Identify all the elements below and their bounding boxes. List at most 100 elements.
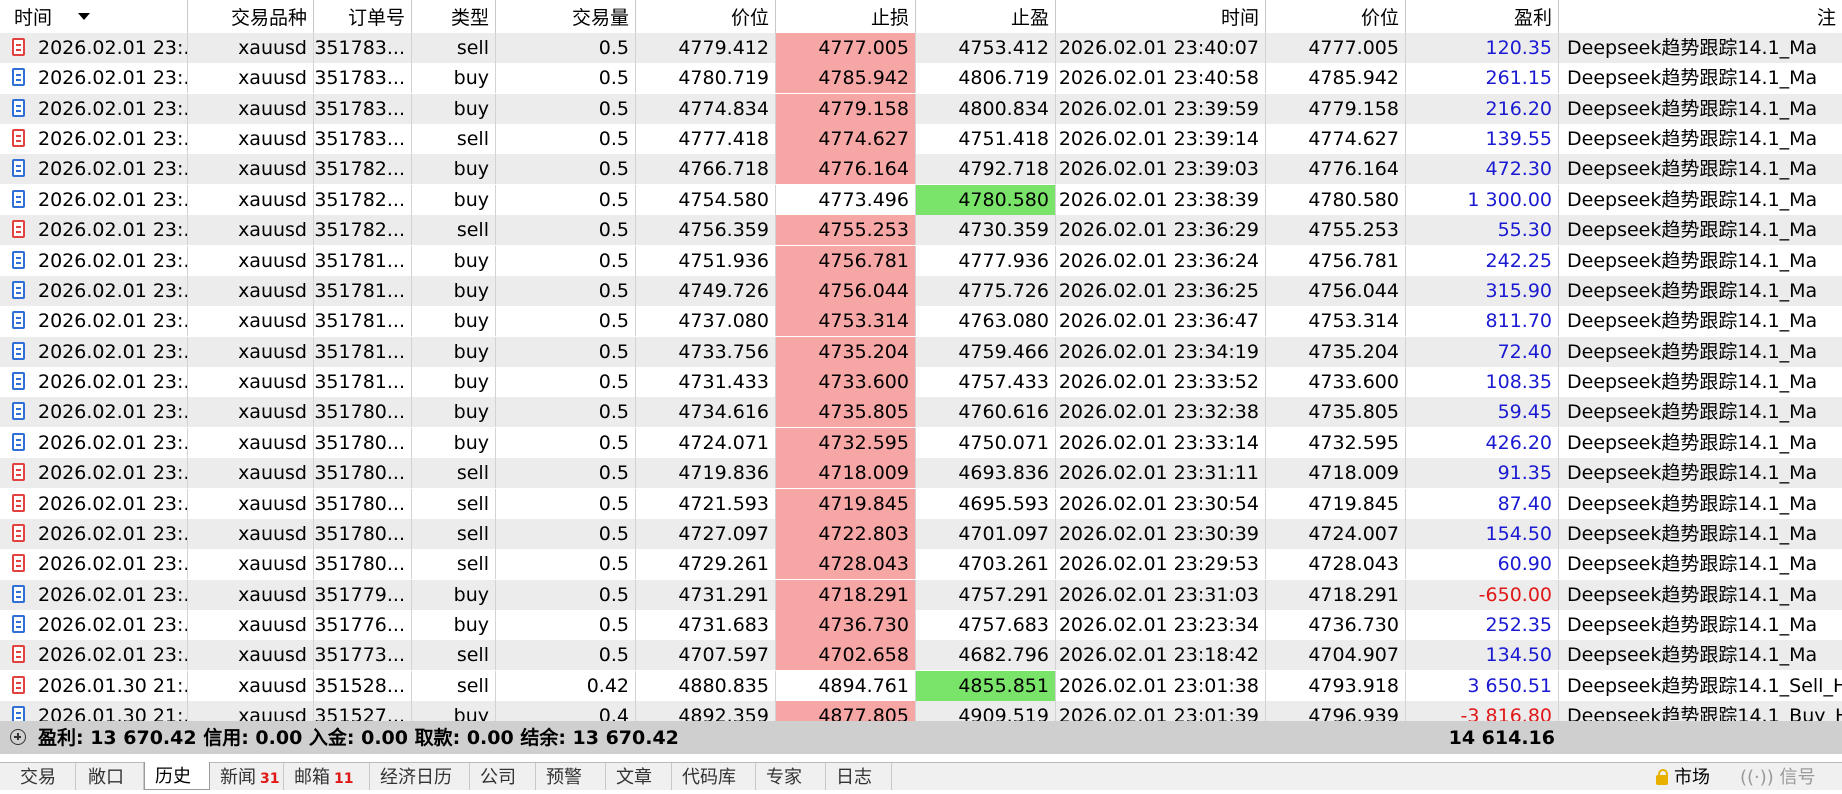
table-row[interactable]: 2026.02.01 23:... xauusd 351773... sell 0.5 4… [0,640,1842,671]
cell-close-price: 4735.204 [1266,336,1406,367]
cell-open-time: 2026.02.01 23:... [0,610,188,641]
table-row[interactable]: 2026.02.01 23:... xauusd 351781... buy 0.5 47… [0,275,1842,306]
cell-tp: 4759.466 [916,336,1056,367]
table-row[interactable]: 2026.02.01 23:... xauusd 351780... sell 0.5 4… [0,518,1842,549]
cell-order: 351783... [314,63,412,94]
table-row[interactable]: 2026.02.01 23:... xauusd 351780... sell 0.5 4… [0,458,1842,489]
cell-tp: 4750.071 [916,427,1056,458]
cell-close-price: 4728.043 [1266,549,1406,580]
cell-price: 4731.433 [636,367,776,398]
tab-10[interactable]: 专家 [756,763,826,790]
cell-type: sell [412,215,496,246]
table-row[interactable]: 2026.02.01 23:... xauusd 351780... sell 0.5 4… [0,488,1842,519]
table-row[interactable]: 2026.02.01 23:... xauusd 351781... buy 0.5 47… [0,306,1842,337]
table-row[interactable]: 2026.02.01 23:... xauusd 351783... buy 0.5 47… [0,63,1842,94]
cell-volume: 0.5 [496,336,636,367]
cell-sl: 4755.253 [776,215,916,246]
cell-open-time: 2026.02.01 23:... [0,275,188,306]
cell-profit: 60.90 [1406,549,1559,580]
cell-price: 4749.726 [636,275,776,306]
cell-tp: 4806.719 [916,63,1056,94]
cell-comment: Deepseek趋势跟踪14.1_Ma [1567,97,1818,120]
cell-close-time: 2026.02.01 23:39:14 [1056,124,1266,155]
tab-3[interactable]: 新闻 31 [210,763,284,790]
table-row[interactable]: 2026.02.01 23:... xauusd 351781... buy 0.5 47… [0,245,1842,276]
tab-4[interactable]: 邮箱 11 [284,763,370,790]
table-row[interactable]: 2026.01.30 21:... xauusd 351528... sell 0.42… [0,670,1842,701]
cell-close-price: 4753.314 [1266,306,1406,337]
col-header-close-time[interactable]: 时间 [1056,0,1266,33]
table-row[interactable]: 2026.02.01 23:... xauusd 351780... buy 0.5 47… [0,397,1842,428]
expand-plus-icon[interactable] [10,729,26,745]
table-row[interactable]: 2026.02.01 23:... xauusd 351781... buy 0.5 47… [0,336,1842,367]
col-header-open-time[interactable]: 时间 [0,0,188,33]
col-header-type[interactable]: 类型 [412,0,496,33]
cell-volume: 0.5 [496,154,636,185]
cell-close-price: 4776.164 [1266,154,1406,185]
cell-volume: 0.5 [496,397,636,428]
col-header-close-price[interactable]: 价位 [1266,0,1406,33]
tab-0[interactable]: 交易 [10,763,76,790]
tab-2[interactable]: 历史 [144,762,210,790]
table-row[interactable]: 2026.02.01 23:... xauusd 351783... buy 0.5 47… [0,93,1842,124]
cell-sl: 4733.600 [776,367,916,398]
cell-type: buy [412,184,496,215]
col-header-price[interactable]: 价位 [636,0,776,33]
table-header: 时间 交易品种 订单号 类型 交易量 价位 止损 止盈 时间 价位 盈利 注 [0,0,1842,34]
tab-1[interactable]: 敞口 [78,763,144,790]
cell-close-price: 4774.627 [1266,124,1406,155]
table-row[interactable]: 2026.02.01 23:... xauusd 351783... sell 0.5 4… [0,124,1842,155]
tab-5[interactable]: 经济日历 [370,763,470,790]
table-row[interactable]: 2026.02.01 23:... xauusd 351780... sell 0.5 4… [0,549,1842,580]
col-header-tp[interactable]: 止盈 [916,0,1056,33]
cell-symbol: xauusd [188,367,314,398]
cell-close-time: 2026.02.01 23:36:24 [1056,245,1266,276]
market-button[interactable]: 市场 [1656,763,1710,790]
col-header-symbol[interactable]: 交易品种 [188,0,314,33]
tab-8[interactable]: 文章 [606,763,672,790]
cell-close-price: 4704.907 [1266,640,1406,671]
cell-profit: 59.45 [1406,397,1559,428]
cell-sl: 4777.005 [776,33,916,63]
col-header-sl[interactable]: 止损 [776,0,916,33]
cell-order: 351780... [314,549,412,580]
table-row[interactable]: 2026.02.01 23:... xauusd 351776... buy 0.5 47… [0,610,1842,641]
table-row[interactable]: 2026.02.01 23:... xauusd 351779... buy 0.5 47… [0,579,1842,610]
cell-symbol: xauusd [188,549,314,580]
cell-profit: 426.20 [1406,427,1559,458]
cell-price: 4724.071 [636,427,776,458]
tab-6[interactable]: 公司 [470,763,536,790]
summary-total-profit: 14 614.16 [1448,727,1555,749]
cell-sl: 4702.658 [776,640,916,671]
table-row[interactable]: 2026.02.01 23:... xauusd 351781... buy 0.5 47… [0,367,1842,398]
cell-comment: Deepseek趋势跟踪14.1_Ma [1567,644,1818,667]
cell-comment: Deepseek趋势跟踪14.1_Ma [1567,219,1818,242]
col-header-comment[interactable]: 注 [1559,0,1842,33]
tab-label: 邮箱 [294,767,330,788]
table-row[interactable]: 2026.02.01 23:... xauusd 351782... buy 0.5 47… [0,154,1842,185]
sort-down-icon[interactable] [78,13,90,20]
cell-symbol: xauusd [188,397,314,428]
cell-open-time: 2026.02.01 23:... [0,306,188,337]
cell-close-price: 4779.158 [1266,93,1406,124]
cell-close-time: 2026.02.01 23:30:39 [1056,518,1266,549]
cell-tp: 4757.291 [916,579,1056,610]
table-row[interactable]: 2026.02.01 23:... xauusd 351782... buy 0.5 47… [0,184,1842,215]
col-header-volume[interactable]: 交易量 [496,0,636,33]
cell-order: 351781... [314,306,412,337]
cell-order: 351783... [314,124,412,155]
table-row[interactable]: 2026.02.01 23:... xauusd 351780... buy 0.5 47… [0,427,1842,458]
tab-7[interactable]: 预警 [536,763,606,790]
tab-9[interactable]: 代码库 [672,763,756,790]
tab-11[interactable]: 日志 [826,763,892,790]
col-header-profit[interactable]: 盈利 [1406,0,1559,33]
cell-order: 351782... [314,215,412,246]
table-row[interactable]: 2026.02.01 23:... xauusd 351782... sell 0.5 4… [0,215,1842,246]
col-header-order[interactable]: 订单号 [314,0,412,33]
cell-volume: 0.5 [496,458,636,489]
table-row[interactable]: 2026.02.01 23:... xauusd 351783... sell 0.5 4… [0,33,1842,63]
cell-price: 4731.291 [636,579,776,610]
signal-button[interactable]: ((·)) 信号 [1740,763,1816,790]
cell-close-time: 2026.02.01 23:33:14 [1056,427,1266,458]
cell-close-time: 2026.02.01 23:39:03 [1056,154,1266,185]
